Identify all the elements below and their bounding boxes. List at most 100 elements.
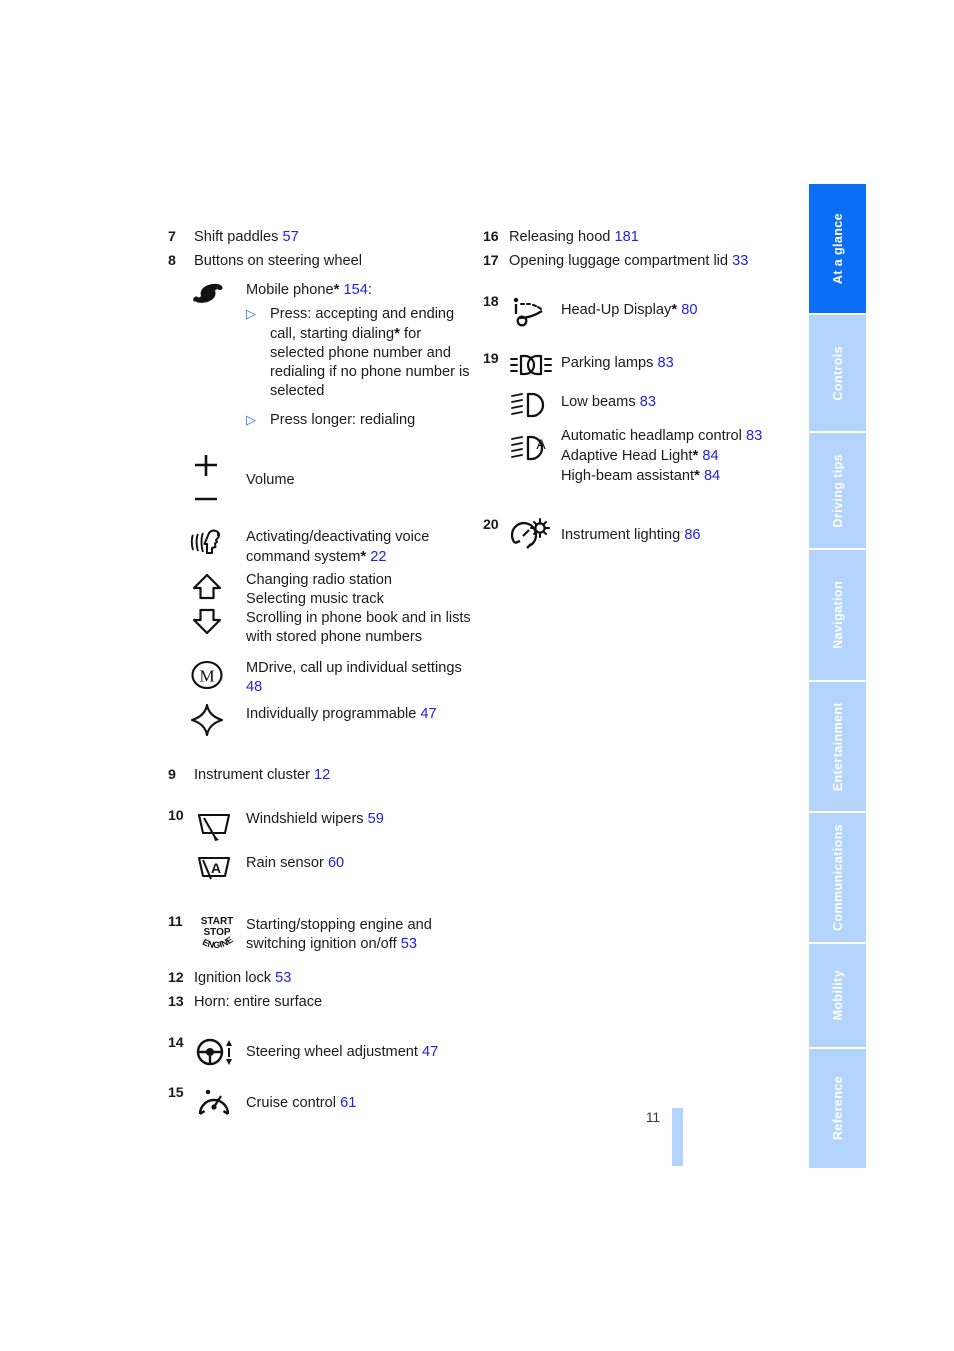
adaptive-head-light-star: * [692, 446, 699, 464]
entry-8-number: 8 [168, 252, 176, 269]
tab-driving-tips[interactable]: Driving tips [809, 432, 866, 551]
entry-20: 20 Instrument lighting 86 [483, 516, 798, 553]
tab-communications[interactable]: Communications [809, 813, 866, 945]
entry-18-number: 18 [483, 293, 499, 310]
hud-label: Head-Up Display [561, 301, 672, 318]
entry-13: 13 Horn: entire surface [168, 993, 478, 1012]
entry-17: 17 Opening luggage compartment lid 33 [483, 252, 798, 271]
tab-mobility[interactable]: Mobility [809, 944, 866, 1049]
entry-16-ref[interactable]: 181 [615, 229, 639, 245]
entry-15-body: Cruise control 61 [246, 1084, 478, 1113]
tab-label: Communications [830, 824, 845, 932]
high-beam-assistant-star: * [694, 466, 700, 484]
voice-command-body: Activating/deactivating voice command sy… [246, 525, 478, 567]
entry-18: 18 Head-Up Display* 80 [483, 293, 798, 328]
entry-18-body: Head-Up Display* 80 [561, 293, 798, 320]
entry-8-mdrive: M MDrive, call up individual settings 48 [168, 656, 478, 697]
arrow-up-icon [192, 573, 222, 599]
entry-15: 15 Cruise control 61 [168, 1084, 478, 1121]
adaptive-head-light-line: Adaptive Head Light* 84 [561, 446, 798, 466]
adaptive-body: Automatic headlamp control 83 Adaptive H… [561, 427, 798, 486]
voice-command-star: * [360, 547, 367, 565]
wipers-label: Windshield wipers [246, 811, 364, 828]
entry-11-ref[interactable]: 53 [401, 936, 417, 952]
arrow-icons-group [168, 571, 246, 635]
entry-19-adaptive: A Automatic headlamp control 83 Adaptive… [509, 427, 798, 486]
entry-8-mobile-phone-body: Mobile phone* 154: ▷ Press: accepting an… [246, 277, 478, 430]
svg-text:START: START [201, 916, 234, 927]
entry-7: 7 Shift paddles 57 [168, 228, 478, 247]
entry-10-rain-sensor: A Rain sensor 60 [194, 851, 478, 883]
programmable-ref[interactable]: 47 [420, 706, 436, 722]
entry-19: 19 Parking lamps 83 Low beams 83 A Autom… [483, 350, 798, 486]
programmable-body: Individually programmable 47 [246, 702, 478, 724]
mobile-phone-colon: : [367, 281, 372, 298]
wipers-ref[interactable]: 59 [368, 811, 384, 827]
volume-icon-group [168, 452, 246, 510]
tab-at-a-glance[interactable]: At a glance [809, 184, 866, 316]
mobile-phone-bullet-2: ▷ Press longer: redialing [246, 411, 478, 430]
entry-19-low-beams: Low beams 83 [509, 390, 798, 419]
arrows-body: Changing radio station Selecting music t… [246, 571, 478, 647]
steering-wheel-adjust-icon [194, 1034, 246, 1069]
tab-controls[interactable]: Controls [809, 315, 866, 433]
entry-8-voice-command: Activating/deactivating voice command sy… [168, 525, 478, 567]
mdrive-icon: M [168, 656, 246, 692]
adaptive-headlight-icon: A [509, 427, 561, 463]
arrows-line-2: Selecting music track [246, 590, 384, 607]
instrument-lighting-icon [509, 516, 561, 553]
entry-16-number: 16 [483, 229, 499, 245]
entry-7-ref[interactable]: 57 [282, 229, 298, 245]
tab-entertainment[interactable]: Entertainment [809, 681, 866, 814]
entry-9: 9 Instrument cluster 12 [168, 766, 478, 785]
low-beams-body: Low beams 83 [561, 390, 798, 412]
head-up-display-icon [509, 293, 561, 328]
steering-adjust-label: Steering wheel adjustment [246, 1044, 418, 1061]
entry-8-volume: Volume [168, 452, 478, 510]
rain-sensor-ref[interactable]: 60 [328, 855, 344, 871]
rain-sensor-body: Rain sensor 60 [246, 851, 478, 873]
entry-14-number: 14 [168, 1035, 184, 1052]
tab-label: Driving tips [830, 453, 845, 528]
plus-icon [195, 454, 217, 476]
entry-7-text: Shift paddles 57 [194, 228, 478, 247]
mdrive-ref[interactable]: 48 [246, 679, 262, 695]
bullet-1-head: Press: accepting and ending call, starti… [270, 305, 455, 342]
entry-20-body: Instrument lighting 86 [561, 516, 798, 545]
low-beams-ref[interactable]: 83 [640, 394, 656, 410]
mobile-phone-bullet-2-text: Press longer: redialing [270, 411, 416, 428]
cruise-control-ref[interactable]: 61 [340, 1095, 356, 1111]
entry-8-mobile-phone-heading: Mobile phone* 154: [246, 280, 478, 300]
mobile-phone-ref[interactable]: 154 [344, 282, 368, 298]
entry-16: 16 Releasing hood 181 [483, 228, 798, 247]
rain-sensor-icon: A [194, 851, 246, 883]
voice-command-ref[interactable]: 22 [370, 549, 386, 565]
parking-lamps-ref[interactable]: 83 [658, 355, 674, 371]
entry-9-ref[interactable]: 12 [314, 767, 330, 783]
right-column: 16 Releasing hood 181 17 Opening luggage… [483, 228, 798, 553]
tab-reference[interactable]: Reference [809, 1048, 866, 1168]
adaptive-head-light-ref[interactable]: 84 [702, 448, 718, 464]
high-beam-assistant-ref[interactable]: 84 [704, 468, 720, 484]
entry-9-label: Instrument cluster [194, 767, 310, 784]
tab-label: Entertainment [830, 701, 845, 791]
entry-17-text: Opening luggage compartment lid 33 [509, 252, 798, 271]
start-stop-engine-icon: START STOP ENGINE [194, 913, 246, 951]
voice-command-icon [168, 525, 246, 559]
entry-12-ref[interactable]: 53 [275, 970, 291, 986]
tab-navigation[interactable]: Navigation [809, 550, 866, 682]
instrument-lighting-ref[interactable]: 86 [684, 527, 700, 543]
voice-command-label: Activating/deactivating voice command sy… [246, 528, 430, 565]
volume-label: Volume [246, 471, 295, 488]
entry-12-label: Ignition lock [194, 970, 272, 987]
mobile-phone-label: Mobile phone [246, 281, 334, 298]
entry-17-ref[interactable]: 33 [732, 253, 748, 269]
hud-ref[interactable]: 80 [681, 302, 697, 318]
auto-headlamp-ref[interactable]: 83 [746, 428, 762, 444]
bullet-triangle-icon: ▷ [246, 411, 256, 427]
entry-8-arrows: Changing radio station Selecting music t… [168, 571, 478, 647]
adaptive-head-light-label: Adaptive Head Light [561, 447, 693, 464]
steering-adjust-ref[interactable]: 47 [422, 1044, 438, 1060]
parking-lamps-label: Parking lamps [561, 354, 654, 371]
programmable-label: Individually programmable [246, 706, 417, 723]
